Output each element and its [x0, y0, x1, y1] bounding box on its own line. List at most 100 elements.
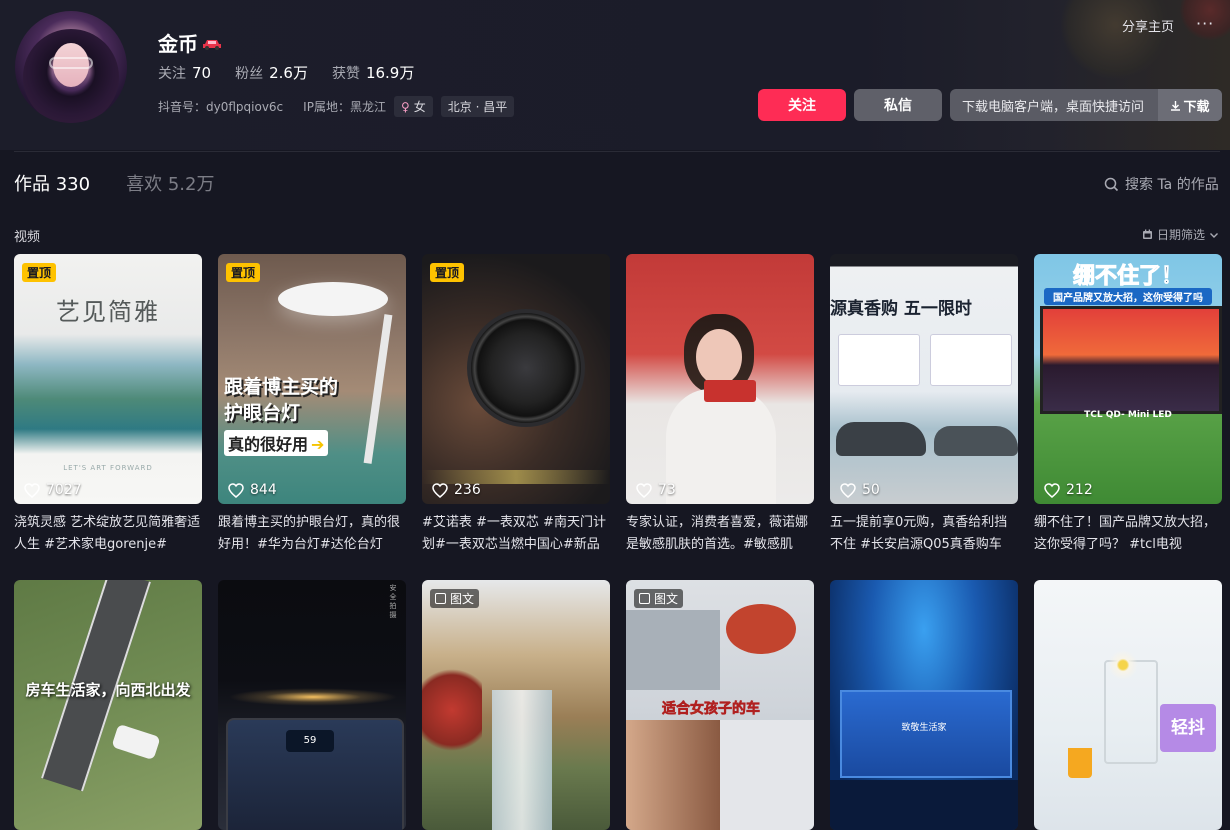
- search-works[interactable]: 搜索 Ta 的作品: [1104, 174, 1219, 194]
- video-card[interactable]: 适合女孩子的车 图文: [626, 580, 814, 830]
- video-caption[interactable]: 跟着博主买的护眼台灯，真的很好用！#华为台灯#达伦台灯: [218, 512, 406, 556]
- video-card[interactable]: 73 专家认证，消费者喜爱，薇诺娜是敏感肌肤的首选。#敏感肌: [626, 254, 814, 556]
- video-thumbnail[interactable]: 适合女孩子的车 图文: [626, 580, 814, 830]
- tab-works[interactable]: 作品 330: [14, 174, 90, 195]
- like-count: 7027: [24, 482, 82, 498]
- video-card[interactable]: 59 安全拍摄: [218, 580, 406, 830]
- video-card[interactable]: 房车生活家，向西北出发: [14, 580, 202, 830]
- video-thumbnail[interactable]: 轻抖: [1034, 580, 1222, 830]
- video-thumbnail[interactable]: 绷不住了！ 国产品牌又放大招，这你受得了吗 TCL QD- Mini LED 2…: [1034, 254, 1222, 504]
- watch-face: [467, 309, 585, 427]
- like-count: 844: [228, 482, 277, 498]
- hat-image: [726, 604, 796, 654]
- video-thumbnail[interactable]: 源真香购 五一限时 50: [830, 254, 1018, 504]
- heart-icon: [636, 482, 652, 498]
- date-filter-dropdown[interactable]: 日期筛选: [1142, 226, 1219, 243]
- ip-location: IP属地：黑龙江: [303, 100, 386, 114]
- calendar-icon: [1143, 229, 1152, 239]
- thumbnail-title: 房车生活家，向西北出发: [25, 681, 191, 699]
- date-filter-label: 日期筛选: [1157, 228, 1206, 242]
- like-count: 50: [840, 482, 880, 498]
- thumbnail-title: 护眼台灯: [224, 402, 301, 424]
- speaker-body: [666, 389, 776, 504]
- tv-brand: TCL QD- Mini LED: [1084, 410, 1172, 420]
- chevron-down-icon: [1210, 232, 1219, 238]
- video-card[interactable]: 艺见简雅 LET'S ART FORWARD 置顶 7027 浇筑灵感 艺术绽放…: [14, 254, 202, 556]
- more-options-button[interactable]: ···: [1196, 14, 1214, 33]
- microphone-card: [704, 380, 756, 402]
- tab-likes[interactable]: 喜欢 5.2万: [126, 174, 214, 195]
- thumbnail-subtitle: 安全拍摄: [389, 584, 397, 619]
- search-placeholder: 搜索 Ta 的作品: [1125, 177, 1219, 193]
- image-post-badge: 图文: [430, 589, 480, 608]
- profile-name-text: 金币: [158, 32, 198, 56]
- following-label[interactable]: 关注: [158, 66, 186, 82]
- heart-icon: [24, 482, 40, 498]
- video-thumbnail[interactable]: 致敬生活家: [830, 580, 1018, 830]
- download-button[interactable]: 下载: [1158, 89, 1222, 121]
- car-image: [626, 610, 720, 690]
- profile-meta: 抖音号：dy0flpqiov6c IP属地：黑龙江 ♀ 女 北京 · 昌平: [158, 96, 515, 117]
- video-caption[interactable]: #艾诺表 #一表双芯 #南天门计划#一表双芯当燃中国心#新品: [422, 512, 610, 556]
- video-card[interactable]: 置顶 236 #艾诺表 #一表双芯 #南天门计划#一表双芯当燃中国心#新品: [422, 254, 610, 556]
- car-icon: [203, 39, 221, 50]
- video-thumbnail[interactable]: 73: [626, 254, 814, 504]
- download-label: 下载: [1183, 99, 1210, 115]
- thumbnail-title: 源真香购 五一限时: [830, 299, 972, 319]
- video-card[interactable]: 绷不住了！ 国产品牌又放大招，这你受得了吗 TCL QD- Mini LED 2…: [1034, 254, 1222, 556]
- download-prompt: 下载电脑客户端，桌面快捷访问: [962, 99, 1145, 115]
- video-card[interactable]: 图文: [422, 580, 610, 830]
- download-client-banner[interactable]: 下载电脑客户端，桌面快捷访问 下载: [950, 89, 1222, 121]
- thumbnail-title: 跟着博主买的: [224, 376, 339, 398]
- rv-vehicle: [111, 723, 161, 761]
- share-profile-button[interactable]: 分享主页: [1122, 16, 1174, 35]
- avatar[interactable]: [15, 11, 127, 123]
- video-thumbnail[interactable]: 图文: [422, 580, 610, 830]
- video-caption[interactable]: 专家认证，消费者喜爱，薇诺娜是敏感肌肤的首选。#敏感肌: [626, 512, 814, 556]
- car-image: [934, 426, 1018, 456]
- lamp-head: [278, 282, 388, 316]
- thumbnail-subtitle: LET'S ART FORWARD: [63, 464, 153, 472]
- video-caption[interactable]: 绷不住了！国产品牌又放大招，这你受得了吗？ #tcl电视: [1034, 512, 1222, 556]
- heart-icon: [228, 482, 244, 498]
- thumbnail-subtitle: 国产品牌又放大招，这你受得了吗: [1044, 288, 1212, 305]
- message-button[interactable]: 私信: [854, 89, 942, 121]
- followers-count[interactable]: 2.6万: [269, 64, 308, 82]
- gallery-icon: [435, 593, 446, 604]
- watermark-logo: 轻抖: [1160, 704, 1216, 752]
- pinned-badge: 置顶: [430, 263, 465, 282]
- thumbnail-title: 真的很好用 ➔: [224, 430, 329, 456]
- gender-tag: ♀ 女: [393, 96, 433, 117]
- video-caption[interactable]: 浇筑灵感 艺术绽放艺见简雅奢适人生 #艺术家电gorenje#: [14, 512, 202, 556]
- video-card[interactable]: 跟着博主买的 护眼台灯 真的很好用 ➔ 置顶 844 跟着博主买的护眼台灯，真的很…: [218, 254, 406, 556]
- speed-display: 59: [286, 730, 334, 752]
- video-thumbnail[interactable]: 艺见简雅 LET'S ART FORWARD 置顶 7027: [14, 254, 202, 504]
- thumbnail-title: 艺见简雅: [56, 298, 160, 326]
- waterfall: [492, 690, 552, 830]
- thumbnail-title: 致敬生活家: [901, 723, 947, 733]
- video-card[interactable]: 源真香购 五一限时 50 五一提前享0元购，真香给利挡不住 #长安启源Q05真香…: [830, 254, 1018, 556]
- gallery-icon: [639, 593, 650, 604]
- followers-label[interactable]: 粉丝: [235, 66, 263, 82]
- video-thumbnail[interactable]: 置顶 236: [422, 254, 610, 504]
- female-icon: ♀: [400, 99, 410, 114]
- region-tag: 北京 · 昌平: [440, 96, 515, 117]
- road-lights: [228, 688, 398, 706]
- like-count: 236: [432, 482, 481, 498]
- info-panel: [930, 334, 1012, 386]
- audience: [830, 780, 1018, 830]
- search-icon: [1104, 177, 1119, 191]
- follow-button[interactable]: 关注: [758, 89, 846, 121]
- video-thumbnail[interactable]: 房车生活家，向西北出发: [14, 580, 202, 830]
- section-videos-label: 视频: [14, 230, 41, 245]
- red-foliage: [422, 660, 482, 760]
- info-panel: [838, 334, 920, 386]
- video-thumbnail[interactable]: 59 安全拍摄: [218, 580, 406, 830]
- like-count: 73: [636, 482, 676, 498]
- video-card[interactable]: 致敬生活家: [830, 580, 1018, 830]
- following-count[interactable]: 70: [192, 64, 211, 82]
- lamp-arm: [363, 314, 393, 464]
- video-card[interactable]: 轻抖: [1034, 580, 1222, 830]
- video-thumbnail[interactable]: 跟着博主买的 护眼台灯 真的很好用 ➔ 置顶 844: [218, 254, 406, 504]
- video-caption[interactable]: 五一提前享0元购，真香给利挡不住 #长安启源Q05真香购车: [830, 512, 1018, 556]
